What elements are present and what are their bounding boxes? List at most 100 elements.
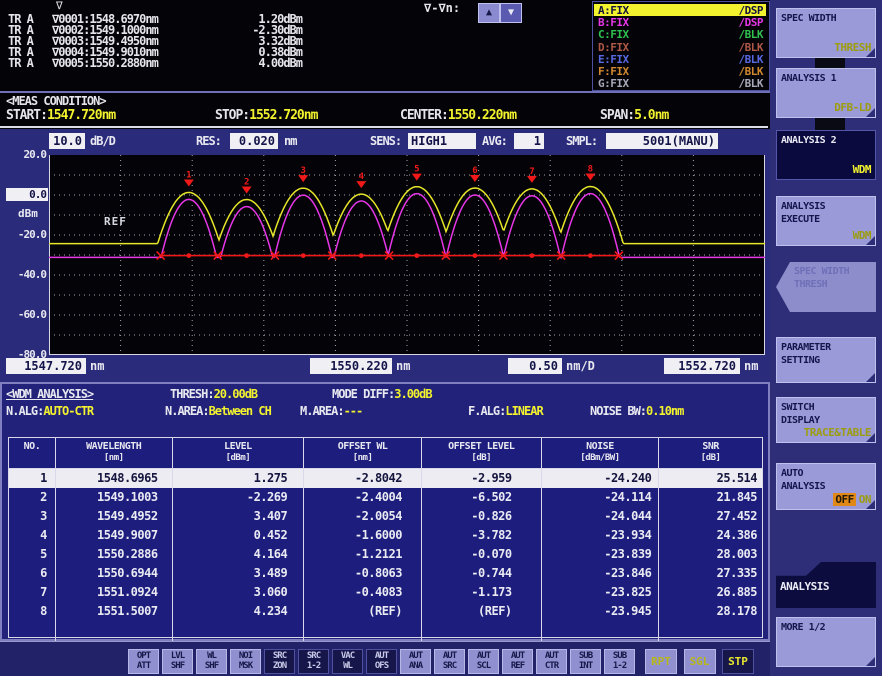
res-unit: nm	[284, 134, 296, 148]
table-row[interactable]: 21549.1003-2.269-2.4004-6.502-24.11421.8…	[9, 488, 762, 507]
param-value: LINEAR	[505, 404, 542, 418]
softkey-parameter-setting[interactable]: PARAMETER SETTING	[776, 337, 876, 383]
softkey-switch-display[interactable]: SWITCH DISPLAYTRACE&TABLE	[776, 397, 876, 443]
toolbar-button-aut-ctr[interactable]: AUT CTR	[536, 649, 567, 674]
softkey-spec-width[interactable]: SPEC WIDTHTHRESH	[776, 8, 876, 58]
table-cell: -2.4004	[304, 488, 422, 507]
sweep-button-rpt[interactable]: RPT	[645, 649, 677, 674]
table-cell: -0.826	[422, 507, 542, 526]
toolbar-button-lvl-shf[interactable]: LVL SHF	[162, 649, 193, 674]
table-cell: 2	[9, 488, 56, 507]
function-status-toolbar: OPT ATTLVL SHFWL SHFNOI MSKSRC ZONSRC 1-…	[0, 641, 770, 676]
scroll-down-button[interactable]: ▼	[500, 3, 522, 23]
softkey-analysis-1[interactable]: ANALYSIS 1DFB-LD	[776, 68, 876, 118]
sens-label: SENS:	[370, 134, 401, 148]
legend-row-a[interactable]: A:FIX/DSP	[594, 4, 766, 16]
softkey-analysis-execute[interactable]: ANALYSIS EXECUTEWDM	[776, 196, 876, 246]
meas-field-label: SPAN:	[600, 108, 634, 123]
x-center-value: 1550.220	[310, 358, 392, 374]
softkey-analysis[interactable]: ANALYSIS	[776, 562, 876, 608]
table-cell-empty	[304, 621, 422, 641]
toolbar-button-aut-src[interactable]: AUT SRC	[434, 649, 465, 674]
toolbar-button-src-zon[interactable]: SRC ZON	[264, 649, 295, 674]
sweep-button-sgl[interactable]: SGL	[684, 649, 716, 674]
softkey-more-1-2[interactable]: MORE 1/2	[776, 617, 876, 667]
legend-trace-mode: /BLK	[739, 65, 764, 78]
table-cell: 1549.9007	[56, 526, 173, 545]
table-row[interactable]: 41549.90070.452-1.6000-3.782-23.93424.38…	[9, 526, 762, 545]
table-cell: -23.934	[542, 526, 660, 545]
wdm-param-nalg: N.ALG:AUTO-CTR	[6, 404, 93, 418]
legend-trace-name: F:FIX	[598, 65, 629, 78]
table-row[interactable]: 61550.69443.489-0.8063-0.744-23.84627.33…	[9, 564, 762, 583]
param-label: NOISE BW:	[590, 404, 646, 418]
softkey-analysis-2[interactable]: ANALYSIS 2WDM	[776, 130, 876, 180]
toggle-on-label: ON	[859, 493, 871, 506]
legend-trace-mode: /BLK	[739, 41, 764, 54]
marker-level: 4.00dBm	[258, 56, 302, 70]
table-cell: -23.846	[542, 564, 660, 583]
legend-trace-name: D:FIX	[598, 41, 629, 54]
softkey-auto-analysis[interactable]: AUTO ANALYSISOFFON	[776, 463, 876, 510]
table-cell: 27.335	[659, 564, 762, 583]
table-cell: 1549.1003	[56, 488, 173, 507]
param-value: 20.00dB	[214, 387, 258, 401]
peak-marker-number: 6	[472, 166, 477, 176]
legend-row-g[interactable]: G:FIX/BLK	[594, 77, 766, 89]
legend-row-c[interactable]: C:FIX/BLK	[594, 28, 766, 40]
legend-row-f[interactable]: F:FIX/BLK	[594, 65, 766, 77]
wdm-param-falg: F.ALG:LINEAR	[468, 404, 543, 418]
toolbar-button-vac-wl[interactable]: VAC WL	[332, 649, 363, 674]
table-row[interactable]: 11548.69651.275-2.8042-2.959-24.24025.51…	[9, 469, 762, 488]
meas-field-stop: STOP:1552.720nm	[215, 108, 317, 123]
toolbar-button-aut-ana[interactable]: AUT ANA	[400, 649, 431, 674]
legend-trace-name: B:FIX	[598, 16, 629, 29]
meas-field-start: START:1547.720nm	[6, 108, 115, 123]
noise-dot-marker	[414, 253, 419, 258]
db-per-div-value: 10.0	[49, 133, 85, 149]
table-cell: 8	[9, 602, 56, 621]
y-tick-label: 20.0	[6, 148, 46, 161]
toolbar-button-wl-shf[interactable]: WL SHF	[196, 649, 227, 674]
table-cell: 1.275	[173, 469, 305, 488]
toolbar-button-sub-int[interactable]: SUB INT	[570, 649, 601, 674]
toolbar-button-opt-att[interactable]: OPT ATT	[128, 649, 159, 674]
table-cell: 5	[9, 545, 56, 564]
table-row[interactable]: 51550.28864.164-1.2121-0.070-23.83928.00…	[9, 545, 762, 564]
toolbar-button-noi-msk[interactable]: NOI MSK	[230, 649, 261, 674]
table-cell: -0.070	[422, 545, 542, 564]
scroll-up-button[interactable]: ▲	[478, 3, 500, 23]
table-row[interactable]: 71551.09243.060-0.4083-1.173-23.82526.88…	[9, 583, 762, 602]
toolbar-button-sub-1-2[interactable]: SUB 1-2	[604, 649, 635, 674]
column-header: WAVELENGTH[nm]	[56, 438, 173, 468]
param-value: AUTO-CTR	[43, 404, 93, 418]
legend-row-d[interactable]: D:FIX/BLK	[594, 41, 766, 53]
column-header: LEVEL[dBm]	[173, 438, 305, 468]
marker-panel: ∇ ∇-∇n: TR A∇0001:1548.6970nm1.20dBmTR A…	[0, 0, 770, 93]
osa-screen: ∇ ∇-∇n: TR A∇0001:1548.6970nm1.20dBmTR A…	[0, 0, 882, 676]
toolbar-button-aut-scl[interactable]: AUT SCL	[468, 649, 499, 674]
table-cell: -2.8042	[304, 469, 422, 488]
table-row[interactable]: 81551.50074.234(REF)(REF)-23.94528.178	[9, 602, 762, 621]
meas-field-value: 1552.720nm	[249, 108, 317, 123]
table-row[interactable]: 31549.49523.407-2.0054-0.826-24.04427.45…	[9, 507, 762, 526]
column-title: LEVEL	[173, 440, 304, 453]
peak-marker-number: 3	[300, 166, 305, 176]
softkey-spec-width-thresh[interactable]: SPEC WIDTH THRESH	[776, 262, 876, 312]
noise-dot-marker	[186, 253, 191, 258]
toolbar-button-src-1-2[interactable]: SRC 1-2	[298, 649, 329, 674]
table-cell: 7	[9, 583, 56, 602]
legend-row-e[interactable]: E:FIX/BLK	[594, 53, 766, 65]
table-cell: 26.885	[659, 583, 762, 602]
table-cell: -3.782	[422, 526, 542, 545]
toolbar-button-aut-ofs[interactable]: AUT OFS	[366, 649, 397, 674]
table-header-row: NO.WAVELENGTH[nm]LEVEL[dBm]OFFSET WL[nm]…	[9, 438, 762, 469]
sweep-button-stp[interactable]: STP	[722, 649, 754, 674]
table-cell: 28.178	[659, 602, 762, 621]
legend-row-b[interactable]: B:FIX/DSP	[594, 16, 766, 28]
marker-row: TR A∇0004:1549.9010nm0.38dBm	[0, 45, 430, 56]
column-header: NO.	[9, 438, 56, 468]
toolbar-button-aut-ref[interactable]: AUT REF	[502, 649, 533, 674]
softkey-toggle: OFFON	[833, 493, 871, 507]
y-axis-unit: dBm	[18, 207, 38, 220]
